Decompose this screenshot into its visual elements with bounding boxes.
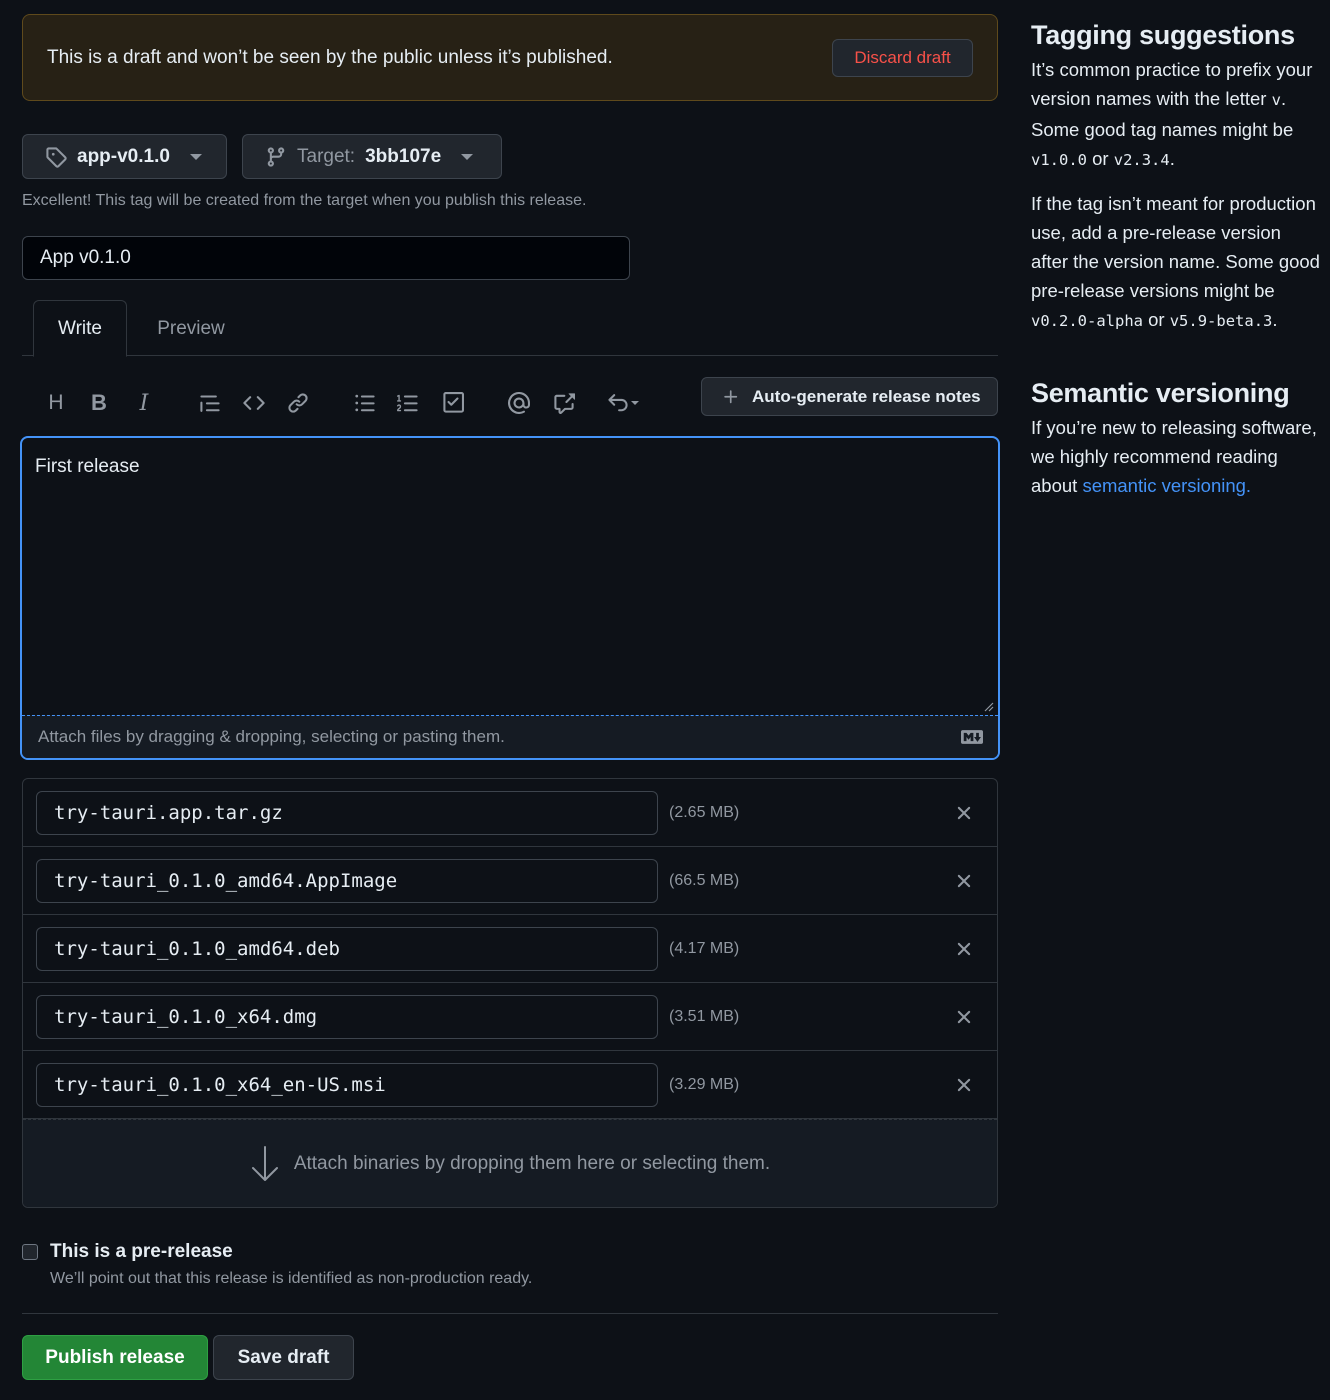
asset-name-input[interactable]: try-tauri_0.1.0_x64_en-US.msi <box>36 1062 658 1107</box>
prerelease-description: We’ll point out that this release is ide… <box>50 1270 533 1287</box>
task-list-icon <box>443 392 464 413</box>
asset-row: try-tauri.app.tar.gz (2.65 MB) <box>23 779 997 847</box>
tag-picker-value: app-v0.1.0 <box>77 145 170 167</box>
asset-size: (2.65 MB) <box>669 803 740 821</box>
plus-icon <box>722 388 740 406</box>
asset-size: (66.5 MB) <box>669 871 740 889</box>
link-icon <box>288 393 308 413</box>
ordered-list-button[interactable] <box>393 388 423 418</box>
attach-files-hint: Attach files by dragging & dropping, sel… <box>38 727 505 746</box>
tab-write[interactable]: Write <box>33 300 127 357</box>
reference-button[interactable] <box>549 388 579 418</box>
prerelease-checkbox[interactable] <box>22 1244 38 1260</box>
editor-tabs: Write Preview <box>22 300 998 357</box>
target-picker-value: 3bb107e <box>365 145 442 167</box>
close-icon[interactable] <box>953 870 975 892</box>
code-icon <box>243 396 265 410</box>
asset-size: (3.29 MB) <box>669 1075 740 1093</box>
bold-icon: B <box>91 390 107 415</box>
release-notes-editor: First release Attach files by dragging &… <box>20 436 1000 760</box>
bold-button[interactable]: B <box>84 388 114 418</box>
markdown-icon <box>961 730 983 744</box>
tagging-suggestions-title: Tagging suggestions <box>1031 20 1295 50</box>
asset-row: try-tauri_0.1.0_amd64.deb (4.17 MB) <box>23 915 997 983</box>
divider <box>22 1313 998 1314</box>
draft-banner: This is a draft and won’t be seen by the… <box>22 14 998 101</box>
close-icon[interactable] <box>953 802 975 824</box>
undo-menu-button[interactable] <box>603 388 643 418</box>
asset-name-input[interactable]: try-tauri_0.1.0_amd64.deb <box>36 926 658 971</box>
unordered-list-icon <box>355 394 375 412</box>
tag-hint: Excellent! This tag will be created from… <box>22 192 587 209</box>
asset-name-input[interactable]: try-tauri.app.tar.gz <box>36 790 658 835</box>
semantic-versioning-title: Semantic versioning <box>1031 378 1290 408</box>
chevron-down-icon <box>461 153 474 160</box>
asset-name-input[interactable]: try-tauri_0.1.0_x64.dmg <box>36 994 658 1039</box>
git-branch-icon <box>265 146 287 168</box>
resize-handle-icon[interactable] <box>982 700 994 712</box>
attach-files-bar[interactable]: Attach files by dragging & dropping, sel… <box>22 715 998 758</box>
asset-size: (3.51 MB) <box>669 1007 740 1025</box>
publish-release-button[interactable]: Publish release <box>22 1335 208 1380</box>
semantic-versioning-panel: Semantic versioning If you’re new to rel… <box>1031 378 1321 500</box>
draft-banner-text: This is a draft and won’t be seen by the… <box>47 46 613 68</box>
tag-picker[interactable]: app-v0.1.0 <box>22 134 227 179</box>
cross-reference-icon <box>554 393 575 414</box>
quote-button[interactable] <box>195 388 225 418</box>
prerelease-suggestions-text: If the tag isn’t meant for production us… <box>1031 193 1320 330</box>
asset-row: try-tauri_0.1.0_x64.dmg (3.51 MB) <box>23 983 997 1051</box>
dropzone-text: Attach binaries by dropping them here or… <box>293 1152 771 1174</box>
italic-button[interactable]: I <box>129 388 159 418</box>
target-picker[interactable]: Target: 3bb107e <box>242 134 502 179</box>
semantic-versioning-link[interactable]: semantic versioning. <box>1082 475 1251 496</box>
asset-row: try-tauri_0.1.0_x64_en-US.msi (3.29 MB) <box>23 1051 997 1119</box>
quote-icon <box>200 395 220 412</box>
semantic-versioning-text: If you’re new to releasing software, we … <box>1031 417 1317 496</box>
italic-icon: I <box>139 390 149 416</box>
auto-generate-label: Auto-generate release notes <box>752 386 981 406</box>
mention-button[interactable] <box>504 388 534 418</box>
close-icon[interactable] <box>953 938 975 960</box>
tagging-suggestions-panel: Tagging suggestions It’s common practice… <box>1031 20 1321 336</box>
link-button[interactable] <box>283 388 313 418</box>
binaries-dropzone[interactable]: Attach binaries by dropping them here or… <box>23 1119 997 1207</box>
tag-icon <box>45 146 67 168</box>
mention-icon <box>508 392 530 414</box>
arrow-down-icon <box>251 1145 278 1181</box>
asset-row: try-tauri_0.1.0_amd64.AppImage (66.5 MB) <box>23 847 997 915</box>
target-picker-label: Target: <box>297 145 356 167</box>
unordered-list-button[interactable] <box>350 388 380 418</box>
tab-preview[interactable]: Preview <box>142 300 240 357</box>
chevron-down-icon <box>631 401 639 405</box>
ordered-list-icon <box>397 394 418 412</box>
discard-draft-button[interactable]: Discard draft <box>832 38 973 77</box>
save-draft-button[interactable]: Save draft <box>213 1335 354 1380</box>
task-list-button[interactable] <box>438 388 468 418</box>
asset-size: (4.17 MB) <box>669 939 740 957</box>
asset-name-input[interactable]: try-tauri_0.1.0_amd64.AppImage <box>36 858 658 903</box>
release-notes-textarea[interactable]: First release <box>22 438 998 715</box>
release-assets: try-tauri.app.tar.gz (2.65 MB) try-tauri… <box>22 778 998 1208</box>
prerelease-label[interactable]: This is a pre-release <box>50 1241 233 1263</box>
tagging-suggestions-text: It’s common practice to prefix your vers… <box>1031 59 1313 169</box>
code-button[interactable] <box>239 388 269 418</box>
close-icon[interactable] <box>953 1006 975 1028</box>
chevron-down-icon <box>189 153 202 160</box>
heading-button[interactable]: H <box>41 388 71 418</box>
auto-generate-release-notes-button[interactable]: Auto-generate release notes <box>701 377 998 416</box>
heading-icon: H <box>48 391 64 414</box>
release-title-input[interactable] <box>22 236 630 280</box>
undo-icon <box>608 394 628 412</box>
close-icon[interactable] <box>953 1074 975 1096</box>
